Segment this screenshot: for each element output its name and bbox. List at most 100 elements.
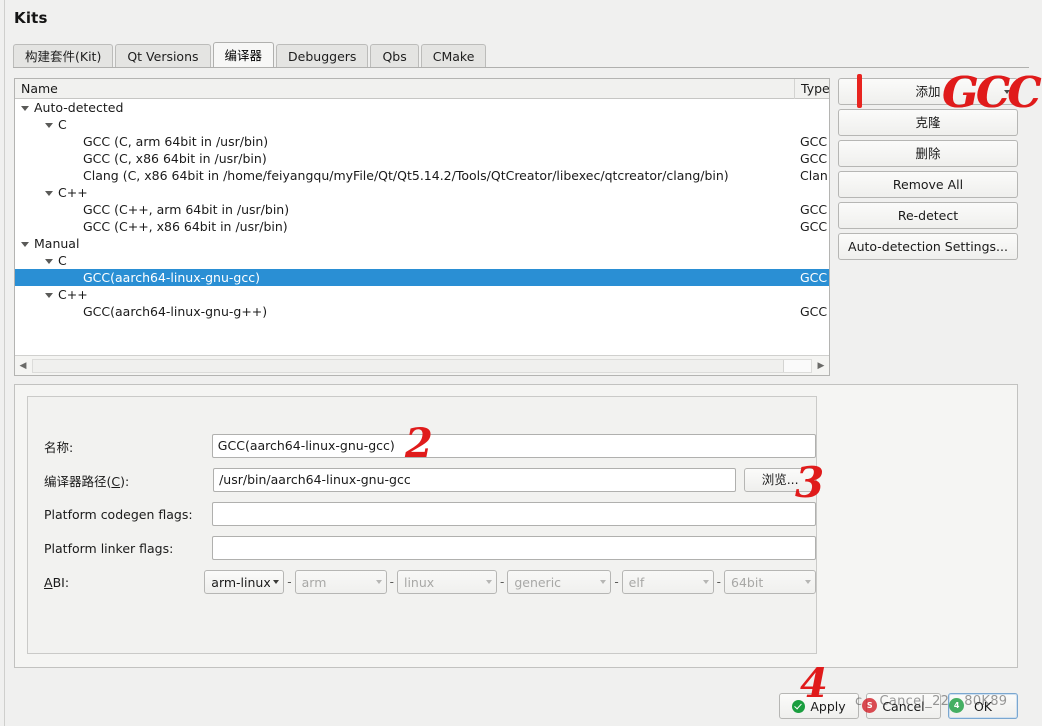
column-header-name[interactable]: Name [15,81,794,96]
tree-row-label: C++ [58,185,88,200]
tree-row[interactable]: C++ [15,184,829,201]
expander-collapse-icon[interactable] [45,257,54,266]
scroll-right-icon[interactable]: ▶ [813,357,829,375]
tree-row[interactable]: GCC (C, arm 64bit in /usr/bin) GCC [15,133,829,150]
form-row-compiler-path: 编译器路径(C): /usr/bin/aarch64-linux-gnu-gcc… [28,467,816,493]
compiler-details-form: 名称: GCC(aarch64-linux-gnu-gcc) 编译器路径(C):… [27,396,817,654]
abi-combo-value: generic [514,574,562,590]
add-compiler-button[interactable]: 添加 [838,78,1018,105]
form-row-name: 名称: GCC(aarch64-linux-gnu-gcc) [28,433,816,459]
tree-row[interactable]: Auto-detected [15,99,829,116]
tab-cmake[interactable]: CMake [420,44,487,68]
tree-row-label: GCC(aarch64-linux-gnu-gcc) [83,270,260,285]
tree-row[interactable]: GCC(aarch64-linux-gnu-g++) GCC [15,303,829,320]
abi-separator: - [716,575,721,589]
abi-separator: - [614,575,619,589]
scroll-left-icon[interactable]: ◀ [15,357,31,375]
tree-row[interactable]: Clang (C, x86 64bit in /home/feiyangqu/m… [15,167,829,184]
abi-separator: - [389,575,394,589]
remove-compiler-button[interactable]: 删除 [838,140,1018,167]
expander-collapse-icon[interactable] [45,189,54,198]
tree-row[interactable]: GCC (C++, arm 64bit in /usr/bin) GCC [15,201,829,218]
tree-row[interactable]: Manual [15,235,829,252]
tree-row-type: GCC [800,202,828,217]
tree-row-label: Manual [34,236,80,251]
tab-qt-versions[interactable]: Qt Versions [115,44,211,68]
re-detect-button[interactable]: Re-detect [838,202,1018,229]
abi-combo-5: 64bit [724,570,816,594]
compilers-tree[interactable]: Name Type Auto-detected C GCC (C, arm 64bi… [14,78,830,376]
tree-row[interactable]: C++ [15,286,829,303]
scrollbar-track[interactable] [32,358,812,373]
tree-row-name: C [15,252,794,269]
tab-compilers[interactable]: 编译器 [212,42,275,68]
abi-combo-2: linux [396,570,497,594]
dialog-button-bar: Apply Cancel OK [0,684,1042,726]
abi-combo-3: generic [507,570,612,594]
tab-kits[interactable]: 构建套件(Kit) [13,44,114,68]
tree-row-type: GCC [800,134,828,149]
auto-detection-settings-button[interactable]: Auto-detection Settings... [838,233,1018,260]
tree-row-label: GCC (C, arm 64bit in /usr/bin) [83,134,269,149]
clone-compiler-button[interactable]: 克隆 [838,109,1018,136]
abi-combo-group: arm-linux - arm - linux - generic - elf -64bit [204,570,816,594]
remove-all-button[interactable]: Remove All [838,171,1018,198]
tree-row-name: C++ [15,184,794,201]
name-input[interactable]: GCC(aarch64-linux-gnu-gcc) [211,434,816,458]
tab-bar: 构建套件(Kit) Qt Versions 编译器 Debuggers Qbs … [13,42,1029,68]
expander-collapse-icon[interactable] [45,291,54,300]
abi-combo-0[interactable]: arm-linux [204,570,285,594]
apply-button[interactable]: Apply [779,693,859,719]
linker-flags-input[interactable] [211,536,816,560]
tree-row-type: GCC [800,270,828,285]
cancel-button[interactable]: Cancel [866,693,941,719]
abi-combo-value: arm-linux [211,574,271,590]
tab-debuggers[interactable]: Debuggers [276,44,369,68]
tree-row-label: C++ [58,287,88,302]
ok-button[interactable]: OK [948,693,1018,719]
abi-combo-value: arm [301,574,327,590]
tree-row-label: GCC(aarch64-linux-gnu-g++) [83,304,268,319]
chevron-down-icon [600,580,607,584]
apply-label: Apply [810,698,846,714]
tab-qbs[interactable]: Qbs [370,44,419,68]
chevron-down-icon[interactable] [1004,90,1010,94]
compiler-details-panel: 名称: GCC(aarch64-linux-gnu-gcc) 编译器路径(C):… [14,384,1018,668]
tree-row-name: GCC (C++, x86 64bit in /usr/bin) [15,218,794,235]
tree-row[interactable]: GCC (C++, x86 64bit in /usr/bin) GCC [15,218,829,235]
tree-row-label: GCC (C++, arm 64bit in /usr/bin) [83,202,290,217]
tree-row-label: C [58,253,67,268]
tab-pane-divider [13,67,1029,68]
codegen-flags-input[interactable] [211,502,816,526]
chevron-down-icon [702,580,709,584]
column-header-type[interactable]: Type [794,79,829,99]
tree-row-label: Auto-detected [34,100,124,115]
scrollbar-thumb[interactable] [33,359,784,372]
tree-row-name: GCC(aarch64-linux-gnu-gcc) [15,269,794,286]
tree-row-type: GCC [800,151,828,166]
tree-row-name: GCC (C++, arm 64bit in /usr/bin) [15,201,794,218]
abi-separator: - [499,575,505,589]
tree-row-label: Clang (C, x86 64bit in /home/feiyangqu/m… [83,168,729,183]
expander-collapse-icon[interactable] [45,121,54,130]
chevron-down-icon[interactable] [273,580,280,584]
tree-row[interactable]: C [15,252,829,269]
compiler-path-input[interactable]: /usr/bin/aarch64-linux-gnu-gcc [213,468,737,492]
tree-horizontal-scrollbar[interactable]: ◀ ▶ [15,355,829,375]
tree-row-label: GCC (C, x86 64bit in /usr/bin) [83,151,267,166]
abi-separator: - [287,575,292,589]
expander-collapse-icon[interactable] [21,104,30,113]
tree-row-name: GCC (C, arm 64bit in /usr/bin) [15,133,794,150]
browse-button[interactable]: 浏览... [744,468,816,492]
tree-row[interactable]: GCC (C, x86 64bit in /usr/bin) GCC [15,150,829,167]
tree-row-name: C [15,116,794,133]
tree-row-name: GCC(aarch64-linux-gnu-g++) [15,303,794,320]
tree-body[interactable]: Auto-detected C GCC (C, arm 64bit in /usr/… [15,99,829,355]
tree-row[interactable]: C [15,116,829,133]
expander-collapse-icon[interactable] [21,240,30,249]
abi-combo-value: elf [628,574,645,590]
abi-combo-4: elf [621,570,714,594]
tree-row[interactable]: GCC(aarch64-linux-gnu-gcc) GCC [15,269,829,286]
window-left-edge [0,0,5,726]
abi-combo-value: linux [403,574,435,590]
